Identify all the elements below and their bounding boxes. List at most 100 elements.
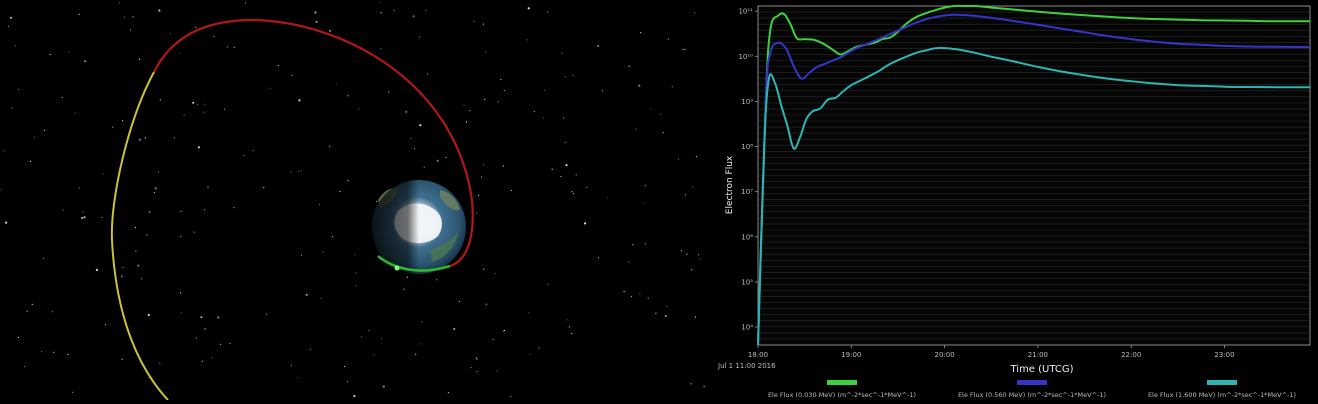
x-tick-label: 22:00 bbox=[1121, 351, 1141, 359]
star bbox=[179, 292, 182, 294]
star bbox=[118, 2, 121, 4]
orbit-3d-view[interactable] bbox=[0, 0, 712, 401]
star bbox=[138, 138, 141, 141]
legend-label: Ele Flux (0.560 MeV) (m^-2*sec^-1*MeV^-1… bbox=[958, 391, 1106, 399]
star bbox=[23, 365, 25, 368]
star bbox=[300, 170, 302, 172]
star bbox=[476, 370, 478, 373]
star bbox=[211, 357, 213, 359]
star bbox=[543, 117, 545, 119]
star bbox=[173, 137, 175, 139]
star bbox=[568, 326, 571, 328]
star bbox=[315, 20, 318, 23]
star bbox=[544, 89, 546, 91]
chart-svg: 10⁴ 10⁵ 10⁶ 10⁷ 10⁸ 10⁹ 10¹⁰ 10¹¹ 18:00 19:00 20:… bbox=[717, 4, 1311, 399]
star bbox=[575, 174, 577, 176]
star bbox=[547, 283, 549, 285]
star bbox=[684, 194, 687, 196]
x-tick-label: 21:00 bbox=[1028, 351, 1048, 359]
star bbox=[68, 51, 70, 53]
star bbox=[403, 288, 405, 290]
star bbox=[11, 107, 13, 109]
star bbox=[42, 257, 45, 259]
star bbox=[82, 211, 84, 213]
star bbox=[414, 147, 416, 150]
star bbox=[418, 36, 421, 38]
star bbox=[642, 202, 644, 204]
star bbox=[420, 343, 422, 345]
star bbox=[53, 351, 55, 353]
star bbox=[31, 303, 33, 305]
star bbox=[475, 357, 478, 359]
satellite-marker bbox=[394, 265, 400, 271]
star bbox=[680, 250, 683, 252]
star bbox=[476, 358, 478, 360]
star bbox=[635, 128, 637, 130]
star bbox=[122, 120, 124, 122]
star bbox=[112, 126, 114, 128]
legend-swatch bbox=[827, 380, 857, 385]
star bbox=[159, 362, 161, 365]
star bbox=[84, 60, 87, 63]
star bbox=[159, 99, 161, 101]
star bbox=[695, 156, 698, 158]
star bbox=[358, 108, 360, 110]
star bbox=[217, 316, 220, 319]
star bbox=[458, 300, 460, 303]
star bbox=[193, 231, 195, 233]
star bbox=[691, 269, 693, 271]
star bbox=[157, 171, 160, 173]
star bbox=[9, 16, 13, 19]
star bbox=[502, 165, 504, 167]
star bbox=[671, 86, 673, 88]
star bbox=[482, 164, 485, 166]
star bbox=[329, 29, 332, 32]
x-tick-label: 18:00 bbox=[748, 351, 768, 359]
star bbox=[153, 192, 155, 194]
star bbox=[662, 132, 664, 134]
star bbox=[347, 180, 349, 182]
star bbox=[647, 297, 649, 299]
star bbox=[436, 159, 439, 162]
star bbox=[470, 367, 472, 369]
star bbox=[201, 360, 203, 362]
star bbox=[297, 377, 299, 379]
star bbox=[571, 191, 573, 193]
star bbox=[141, 278, 143, 280]
star bbox=[686, 253, 688, 255]
star bbox=[101, 216, 103, 218]
star bbox=[601, 90, 604, 92]
star bbox=[329, 145, 331, 147]
star bbox=[81, 216, 84, 220]
star bbox=[423, 166, 425, 168]
star bbox=[135, 250, 137, 252]
star bbox=[528, 312, 530, 314]
star bbox=[586, 186, 588, 188]
star bbox=[697, 254, 700, 256]
star bbox=[415, 353, 417, 355]
star bbox=[178, 52, 180, 54]
star bbox=[197, 146, 200, 149]
legend-swatch bbox=[1017, 380, 1047, 385]
star bbox=[630, 296, 633, 298]
star bbox=[355, 272, 357, 274]
y-tick-label: 10¹⁰ bbox=[738, 53, 753, 61]
star bbox=[344, 365, 346, 368]
legend-label: Ele Flux (0.030 MeV) (m^-2*sec^-1*MeV^-1… bbox=[768, 391, 916, 399]
y-tick-label: 10⁹ bbox=[741, 98, 753, 106]
star bbox=[298, 99, 301, 102]
star bbox=[638, 84, 641, 87]
star bbox=[380, 338, 383, 340]
star bbox=[476, 212, 478, 214]
star bbox=[138, 58, 141, 60]
star bbox=[121, 358, 123, 360]
star bbox=[74, 112, 76, 114]
earth-globe bbox=[372, 180, 466, 274]
star bbox=[320, 297, 322, 300]
star bbox=[375, 200, 378, 203]
star bbox=[51, 311, 54, 313]
star bbox=[291, 74, 293, 76]
star bbox=[406, 276, 408, 278]
star bbox=[355, 285, 357, 287]
star bbox=[361, 335, 363, 338]
